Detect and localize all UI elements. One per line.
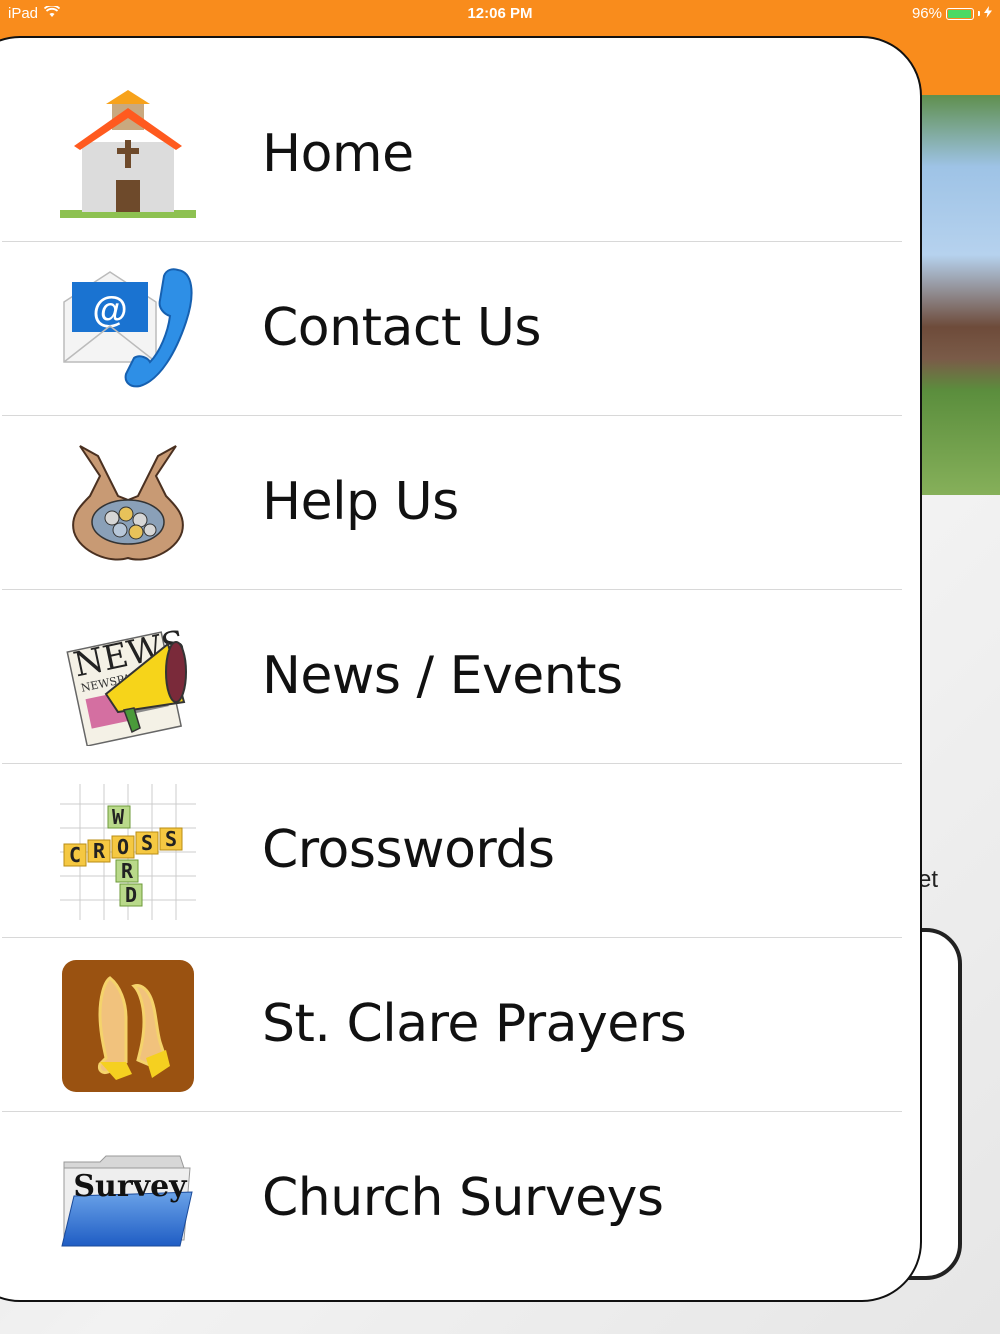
battery-percent: 96% (911, 5, 942, 22)
cross-letter-r: R (93, 839, 106, 863)
menu-label-church-surveys: Church Surveys (262, 1168, 664, 1228)
menu-list: Home @ Contact Us Help Us NEWS NEWSPAPER… (2, 68, 902, 1285)
word-letter-w: W (112, 805, 125, 829)
cross-letter-c: C (69, 843, 81, 867)
side-menu-drawer: Home @ Contact Us Help Us NEWS NEWSPAPER… (0, 36, 922, 1302)
menu-item-contact-us[interactable]: @ Contact Us (2, 242, 902, 416)
status-bar: iPad 12:06 PM 96% (0, 0, 1000, 28)
menu-item-news-events[interactable]: NEWS NEWSPAPER News / Events (2, 590, 902, 764)
svg-text:@: @ (92, 289, 127, 330)
charging-icon (984, 5, 992, 22)
donation-hands-icon (60, 436, 196, 572)
cross-letter-o: O (117, 835, 129, 859)
menu-item-help-us[interactable]: Help Us (2, 416, 902, 590)
menu-label-help-us: Help Us (262, 472, 459, 532)
praying-hands-icon (60, 958, 196, 1094)
menu-label-home: Home (262, 124, 414, 184)
news-megaphone-icon: NEWS NEWSPAPER (60, 610, 196, 747)
cross-letter-s-2: S (165, 827, 177, 851)
cross-letter-s: S (141, 831, 153, 855)
word-letter-d: D (125, 883, 137, 907)
status-time: 12:06 PM (467, 5, 533, 22)
menu-label-news-events: News / Events (262, 646, 623, 706)
menu-label-contact-us: Contact Us (262, 298, 542, 358)
menu-item-home[interactable]: Home (2, 68, 902, 242)
word-letter-r: R (121, 859, 134, 883)
crossword-icon: C R O S S W R D (60, 784, 196, 920)
menu-label-st-clare-prayers: St. Clare Prayers (262, 994, 687, 1054)
survey-text: Survey (73, 1169, 188, 1204)
menu-item-crosswords[interactable]: C R O S S W R D Crosswords (2, 764, 902, 938)
email-phone-icon: @ (60, 262, 196, 398)
menu-item-st-clare-prayers[interactable]: St. Clare Prayers (2, 938, 902, 1112)
battery-icon (946, 7, 974, 20)
menu-label-crosswords: Crosswords (262, 820, 555, 880)
menu-item-church-surveys[interactable]: Survey Church Surveys (2, 1112, 902, 1285)
survey-folder-icon: Survey (60, 1132, 196, 1268)
church-icon (60, 88, 196, 224)
battery-tip (978, 11, 980, 16)
